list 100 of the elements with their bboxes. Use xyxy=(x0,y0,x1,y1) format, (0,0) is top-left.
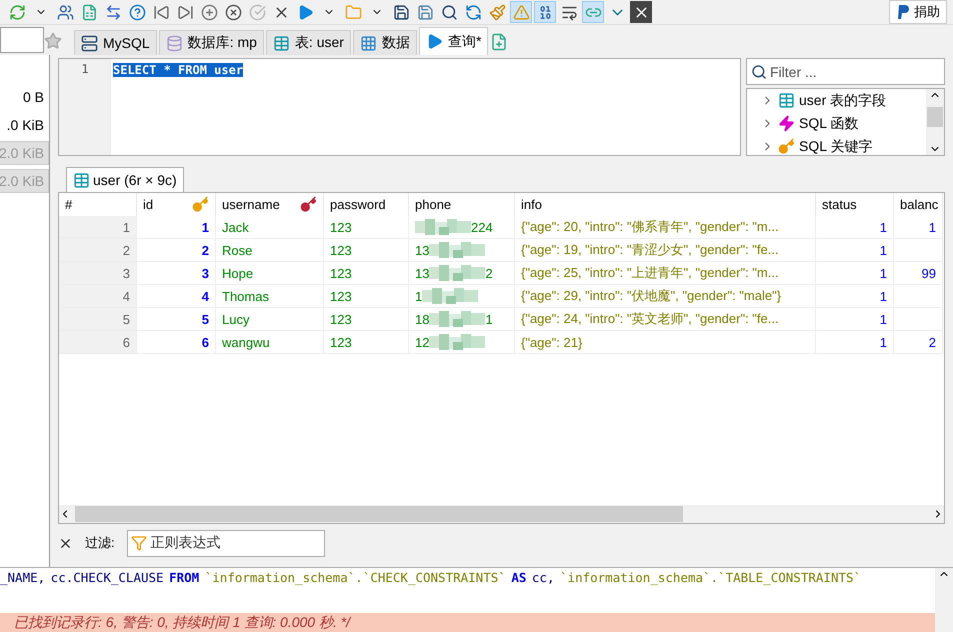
table-cell: {"age": 24, "intro": "英文老师", "gender": "fe... xyxy=(515,308,816,331)
row-number: 5 xyxy=(59,308,137,331)
table-cell: 123 xyxy=(324,239,409,262)
table-cell: 4 xyxy=(137,285,216,308)
scrollbar[interactable] xyxy=(935,568,953,632)
line-number: 1 xyxy=(81,62,89,76)
table-cell: 123 xyxy=(324,331,409,354)
table-cell: 2 xyxy=(894,331,943,354)
table-cell: 2 xyxy=(137,239,216,262)
row-number: 6 xyxy=(59,331,137,354)
tab[interactable]: 查询* xyxy=(418,27,488,55)
table-cell: wangwu xyxy=(216,331,324,354)
broom-icon xyxy=(488,4,506,20)
table-cell: 1 xyxy=(816,262,894,285)
skip-back-icon xyxy=(152,4,170,20)
column-header[interactable]: status xyxy=(816,193,894,216)
size-label: 0 B xyxy=(22,88,45,107)
empty-cell xyxy=(894,308,943,331)
table-cell: 1 xyxy=(409,285,515,308)
table-cell: {"age": 25, "intro": "上进青年", "gender": "m... xyxy=(515,262,816,285)
filter-field[interactable]: Filter ... xyxy=(746,58,945,85)
table-cell: 123 xyxy=(324,262,409,285)
size-label: .0 KiB xyxy=(6,116,45,135)
warning-icon xyxy=(512,4,530,20)
csv-file-icon xyxy=(80,4,98,20)
column-header[interactable]: id xyxy=(137,193,216,216)
table-cell: Hope xyxy=(216,262,324,285)
table-cell: 5 xyxy=(137,308,216,331)
new-query-icon[interactable] xyxy=(490,33,508,51)
filter-icon xyxy=(130,535,147,551)
database-icon xyxy=(166,34,183,52)
tree-item[interactable]: SQL 函数 xyxy=(799,114,858,132)
query-editor[interactable]: 1 SELECT * FROM user xyxy=(58,58,741,156)
column-header[interactable]: info xyxy=(515,193,816,216)
tab[interactable]: 数据库: mp xyxy=(158,30,264,55)
skip-forward-icon xyxy=(176,4,194,20)
tab[interactable]: 表: user xyxy=(266,30,351,55)
column-header[interactable]: phone xyxy=(409,193,515,216)
table-cell: 99 xyxy=(894,262,943,285)
filter-label: 过滤: xyxy=(85,534,115,552)
tab[interactable]: MySQL xyxy=(74,30,157,55)
scrollbar[interactable] xyxy=(926,89,944,155)
table-cell: 1 xyxy=(816,308,894,331)
status-message: 已找到记录行: 6, 警告: 0, 持续时间 1 查询: 0.000 秒. */ xyxy=(13,613,352,631)
row-number: 4 xyxy=(59,285,137,308)
table-cell: 1 xyxy=(816,331,894,354)
table-icon xyxy=(73,172,90,188)
column-header[interactable]: username xyxy=(216,193,324,216)
search-icon xyxy=(440,4,458,20)
plus-icon xyxy=(200,4,218,20)
tree-item[interactable]: user 表的字段 xyxy=(799,92,886,110)
folder-icon xyxy=(344,4,362,20)
column-header[interactable]: balanc xyxy=(894,193,943,216)
size-label: 2.0 KiB xyxy=(0,169,49,193)
x-circle-icon xyxy=(224,4,242,20)
key-icon xyxy=(778,138,795,155)
table-cell: {"age": 19, "intro": "青涩少女", "gender": "fe... xyxy=(515,239,816,262)
table-cell: {"age": 29, "intro": "伏地魔", "gender": "male"} xyxy=(515,285,816,308)
table-cell: {"age": 20, "intro": "佛系青年", "gender": "m... xyxy=(515,216,816,239)
search-field[interactable] xyxy=(0,27,44,53)
tab[interactable]: 数据 xyxy=(352,30,417,55)
table-cell: 6 xyxy=(137,331,216,354)
table-cell: 1 xyxy=(816,216,894,239)
table-cell: Thomas xyxy=(216,285,324,308)
table-cell: 224 xyxy=(409,216,515,239)
table-cell: {"age": 21} xyxy=(515,331,816,354)
table-cell: 1 xyxy=(894,216,943,239)
star-icon xyxy=(44,32,62,50)
regex-filter-field[interactable]: 正则表达式 xyxy=(126,530,325,556)
row-number: 2 xyxy=(59,239,137,262)
table-cell: Jack xyxy=(216,216,324,239)
table-cell: 13 2 xyxy=(409,262,515,285)
save-icon xyxy=(392,4,410,20)
table-cell: 13 xyxy=(409,239,515,262)
lightning-icon xyxy=(778,115,795,132)
check-icon xyxy=(248,4,266,20)
table-cell: 1 xyxy=(816,285,894,308)
tree-item[interactable]: SQL 关键字 xyxy=(799,138,872,155)
table-cell: 1 xyxy=(816,239,894,262)
refresh-icon xyxy=(8,4,26,20)
table-cell: 1 xyxy=(137,216,216,239)
result-tab[interactable]: user (6r × 9c) xyxy=(66,167,184,192)
table-cell: 123 xyxy=(324,285,409,308)
table-cell: 18 1 xyxy=(409,308,515,331)
column-header[interactable]: password xyxy=(324,193,409,216)
table-cell: 123 xyxy=(324,308,409,331)
arrows-icon xyxy=(104,4,122,20)
table-cell: 12 xyxy=(409,331,515,354)
key-icon xyxy=(300,196,317,213)
row-number: 3 xyxy=(59,262,137,285)
paypal-icon xyxy=(896,4,910,20)
horizontal-scrollbar[interactable] xyxy=(59,505,944,523)
selected-query-text: SELECT * FROM user xyxy=(113,63,244,77)
grid-icon xyxy=(360,34,377,52)
table-icon xyxy=(272,34,290,52)
donate-button[interactable]: 捐助 xyxy=(889,0,947,24)
server-icon xyxy=(81,34,98,52)
empty-cell xyxy=(894,239,943,262)
help-icon xyxy=(128,4,146,20)
table-icon xyxy=(778,92,795,109)
